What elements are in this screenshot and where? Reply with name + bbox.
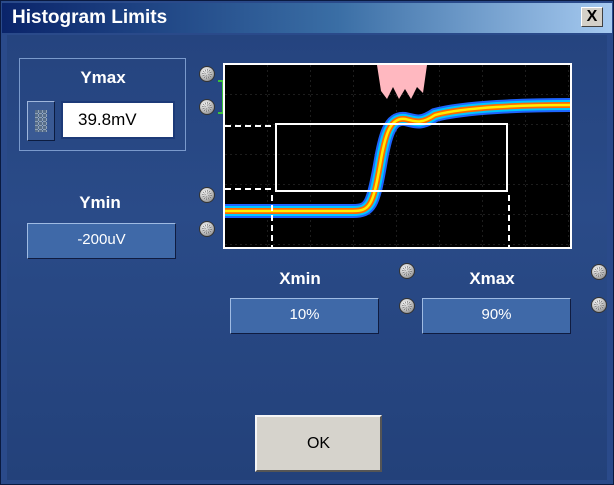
xmin-fine-knob-icon[interactable] [399, 298, 415, 314]
ok-button[interactable]: OK [255, 415, 382, 472]
waveform-display [223, 63, 572, 249]
keypad-icon [35, 110, 47, 132]
xmin-coarse-knob-icon[interactable] [399, 263, 415, 279]
waveform-svg [225, 65, 570, 247]
ymin-label: Ymin [79, 193, 121, 212]
xmax-fine-knob-icon[interactable] [591, 297, 607, 313]
close-icon: X [586, 8, 598, 25]
ymax-fine-knob-icon[interactable] [199, 99, 215, 115]
ymin-coarse-knob-icon[interactable] [199, 187, 215, 203]
ymin-input[interactable]: -200uV [27, 223, 176, 259]
ymax-label: Ymax [80, 68, 126, 87]
ymin-fine-knob-icon[interactable] [199, 221, 215, 237]
keypad-button[interactable] [27, 101, 55, 141]
xmax-input[interactable]: 90% [422, 298, 571, 334]
ymax-coarse-knob-icon[interactable] [199, 66, 215, 82]
xmax-coarse-knob-icon[interactable] [591, 264, 607, 280]
title-bar[interactable]: Histogram Limits X [2, 3, 612, 33]
ymax-input[interactable]: 39.8mV [61, 101, 175, 139]
xmin-label: Xmin [279, 269, 321, 288]
close-button[interactable]: X [581, 7, 603, 27]
xmax-label: Xmax [469, 269, 515, 288]
dialog-title: Histogram Limits [12, 7, 168, 28]
xmin-input[interactable]: 10% [230, 298, 379, 334]
